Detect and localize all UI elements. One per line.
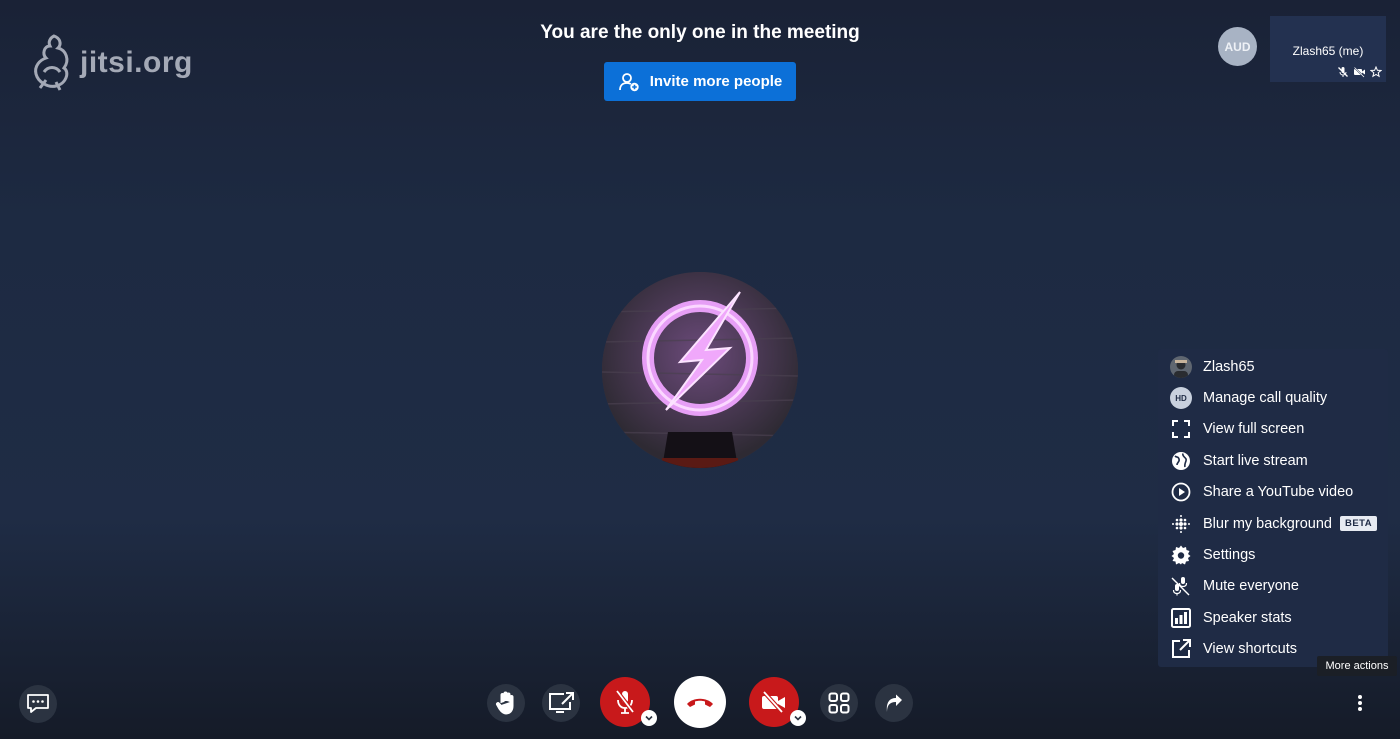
menu-item-profile[interactable]: Zlash65: [1158, 351, 1388, 382]
menu-item-settings[interactable]: Settings: [1158, 539, 1388, 570]
raise-hand-button[interactable]: [487, 684, 525, 722]
more-actions-tooltip: More actions: [1317, 656, 1397, 676]
notice-title: You are the only one in the meeting: [540, 22, 860, 43]
menu-item-live-stream[interactable]: Start live stream: [1158, 445, 1388, 476]
menu-item-speaker-stats[interactable]: Speaker stats: [1158, 602, 1388, 633]
hangup-icon: [687, 698, 713, 707]
mic-muted-icon: [1338, 67, 1348, 77]
share-screen-button[interactable]: [542, 684, 580, 722]
menu-item-label: View full screen: [1203, 421, 1305, 438]
hand-icon: [495, 691, 514, 715]
more-vertical-icon: [1358, 695, 1362, 711]
chevron-down-icon: [794, 715, 802, 721]
menu-item-label: Zlash65: [1203, 358, 1255, 375]
fullscreen-icon: [1172, 420, 1190, 439]
menu-item-label: Speaker stats: [1203, 609, 1292, 626]
chevron-down-icon: [645, 715, 653, 721]
flash-lamp-image: [602, 272, 798, 468]
self-name: Zlash65 (me): [1292, 44, 1364, 58]
menu-item-youtube[interactable]: Share a YouTube video: [1158, 477, 1388, 508]
hd-icon: HD: [1170, 387, 1192, 410]
invite-more-people-button[interactable]: Invite more people: [604, 62, 796, 101]
menu-item-blur-background[interactable]: Blur my background BETA: [1158, 508, 1388, 539]
self-thumbnail[interactable]: Zlash65 (me): [1270, 16, 1386, 82]
participant-avatar[interactable]: AUD: [1218, 27, 1257, 66]
blur-icon: [1172, 514, 1190, 533]
tile-view-button[interactable]: [820, 684, 858, 722]
external-link-icon: [1172, 639, 1191, 659]
menu-item-fullscreen[interactable]: View full screen: [1158, 414, 1388, 445]
menu-item-label: Settings: [1203, 547, 1256, 564]
globe-icon: [1172, 451, 1190, 470]
moderator-star-icon: [1370, 66, 1382, 78]
add-person-icon: [618, 72, 639, 91]
menu-item-label: Mute everyone: [1203, 578, 1299, 595]
mute-all-icon: [1171, 577, 1190, 596]
large-participant-avatar: [602, 272, 798, 468]
menu-item-mute-everyone[interactable]: Mute everyone: [1158, 571, 1388, 602]
share-arrow-icon: [886, 694, 902, 712]
more-actions-menu: Zlash65 HD Manage call quality View full…: [1158, 349, 1388, 667]
chat-icon: [27, 694, 49, 713]
stats-icon: [1171, 607, 1191, 628]
hangup-button[interactable]: [674, 676, 726, 728]
menu-item-label: Start live stream: [1203, 452, 1308, 469]
camera-off-icon: [1353, 66, 1365, 78]
chat-button[interactable]: [19, 685, 57, 723]
share-screen-icon: [549, 692, 574, 713]
gear-icon: [1171, 545, 1191, 565]
camera-off-icon: [762, 691, 785, 713]
video-settings-chevron[interactable]: [790, 710, 806, 726]
meeting-notice: You are the only one in the meeting Invi…: [0, 22, 1400, 101]
menu-item-label: Blur my background: [1203, 515, 1332, 532]
mic-off-icon: [615, 689, 635, 714]
play-circle-icon: [1171, 482, 1191, 502]
audio-settings-chevron[interactable]: [641, 710, 657, 726]
user-avatar-icon: [1170, 355, 1192, 378]
menu-item-label: View shortcuts: [1203, 641, 1298, 658]
more-actions-button[interactable]: [1350, 690, 1370, 716]
invite-share-button[interactable]: [875, 684, 913, 722]
invite-button-label: Invite more people: [649, 73, 783, 90]
menu-item-label: Share a YouTube video: [1203, 484, 1354, 501]
menu-item-label: Manage call quality: [1203, 390, 1328, 407]
tile-view-icon: [828, 692, 850, 714]
menu-item-call-quality[interactable]: HD Manage call quality: [1158, 382, 1388, 413]
beta-badge: BETA: [1339, 516, 1378, 532]
self-status-icons: [1337, 66, 1382, 78]
